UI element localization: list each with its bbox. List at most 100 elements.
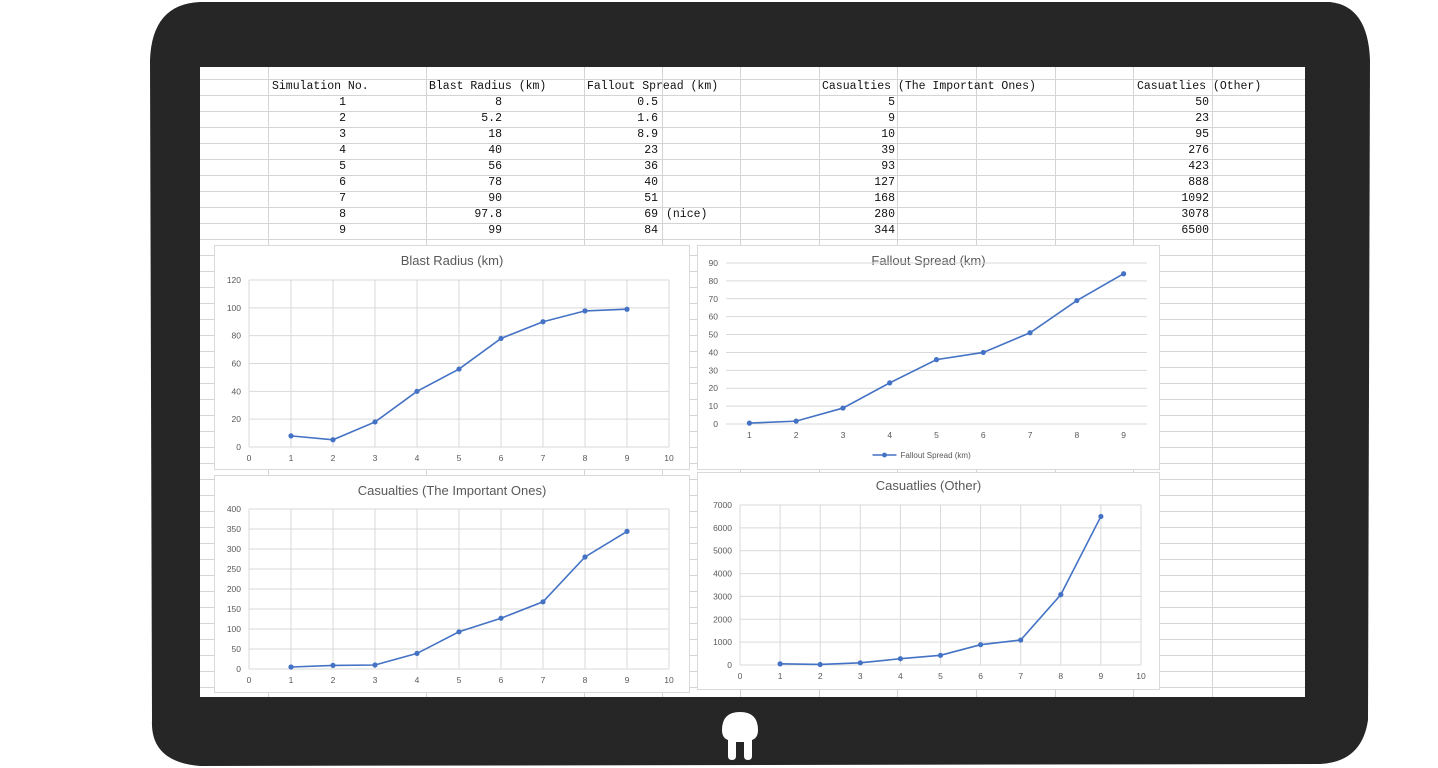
- header-cell-simulation[interactable]: Simulation No.: [272, 79, 369, 95]
- x-tick-label: 6: [978, 671, 983, 681]
- data-point: [1074, 297, 1080, 304]
- x-tick-label: 7: [1028, 430, 1033, 440]
- cell-casualties-other[interactable]: 95: [1133, 127, 1209, 143]
- header-cell-blast-radius[interactable]: Blast Radius (km): [429, 79, 546, 95]
- cell-fallout-spread[interactable]: 36: [584, 159, 658, 175]
- y-tick-label: 0: [236, 442, 241, 452]
- cell-fallout-spread[interactable]: 51: [584, 191, 658, 207]
- cell-casualties-other[interactable]: 1092: [1133, 191, 1209, 207]
- data-point: [330, 437, 336, 443]
- cell-simulation[interactable]: 6: [268, 175, 346, 191]
- data-point: [887, 380, 893, 386]
- y-tick-label: 7000: [713, 500, 732, 510]
- cell-blast-radius[interactable]: 40: [426, 143, 502, 159]
- data-point: [456, 629, 462, 635]
- y-tick-label: 6000: [713, 523, 732, 533]
- cell-note[interactable]: [666, 223, 736, 239]
- y-tick-label: 5000: [713, 546, 732, 556]
- header-cell-casualties-other[interactable]: Casuatlies (Other): [1137, 79, 1261, 95]
- cell-casualties-other[interactable]: 423: [1133, 159, 1209, 175]
- cell-note[interactable]: [666, 143, 736, 159]
- cell-fallout-spread[interactable]: 1.6: [584, 111, 658, 127]
- cell-note[interactable]: [666, 127, 736, 143]
- cell-fallout-spread[interactable]: 8.9: [584, 127, 658, 143]
- fallout-spread-chart[interactable]: Fallout Spread (km) 0 10 20 30 40 50 60 70 80 90 1 2…: [697, 245, 1160, 470]
- cell-simulation[interactable]: 5: [268, 159, 346, 175]
- x-tick-label: 4: [415, 675, 420, 685]
- cell-fallout-spread[interactable]: 84: [584, 223, 658, 239]
- cell-casualties-other[interactable]: 23: [1133, 111, 1209, 127]
- data-point: [498, 615, 504, 621]
- cell-fallout-spread[interactable]: 69: [584, 207, 658, 223]
- y-tick-label: 50: [709, 330, 719, 340]
- x-tick-label: 4: [887, 430, 892, 440]
- cell-casualties-important[interactable]: 344: [819, 223, 895, 239]
- cell-casualties-important[interactable]: 10: [819, 127, 895, 143]
- x-tick-label: 1: [289, 675, 294, 685]
- cell-note[interactable]: [666, 175, 736, 191]
- cell-casualties-important[interactable]: 168: [819, 191, 895, 207]
- cell-simulation[interactable]: 8: [268, 207, 346, 223]
- cell-casualties-important[interactable]: 93: [819, 159, 895, 175]
- y-tick-label: 100: [227, 303, 241, 313]
- cell-note[interactable]: [666, 95, 736, 111]
- cell-casualties-other[interactable]: 6500: [1133, 223, 1209, 239]
- cell-blast-radius[interactable]: 8: [426, 95, 502, 111]
- cell-fallout-spread[interactable]: 0.5: [584, 95, 658, 111]
- cell-casualties-other[interactable]: 276: [1133, 143, 1209, 159]
- x-tick-label: 4: [898, 671, 903, 681]
- cell-blast-radius[interactable]: 56: [426, 159, 502, 175]
- cell-simulation[interactable]: 4: [268, 143, 346, 159]
- data-point: [498, 335, 504, 342]
- cell-note[interactable]: [666, 159, 736, 175]
- x-tick-label: 7: [541, 675, 546, 685]
- cell-simulation[interactable]: 2: [268, 111, 346, 127]
- casualties-other-chart[interactable]: Casuatlies (Other) 0 1000 2000 3000 4000 5000 6…: [697, 472, 1160, 690]
- x-tick-label: 5: [938, 671, 943, 681]
- chart-title: Casuatlies (Other): [876, 478, 981, 493]
- data-point: [978, 642, 984, 648]
- x-tick-label: 2: [331, 675, 336, 685]
- cell-blast-radius[interactable]: 18: [426, 127, 502, 143]
- y-tick-label: 80: [232, 331, 242, 341]
- cell-blast-radius[interactable]: 5.2: [426, 111, 502, 127]
- cell-casualties-other[interactable]: 50: [1133, 95, 1209, 111]
- cell-blast-radius[interactable]: 78: [426, 175, 502, 191]
- cell-fallout-spread[interactable]: 23: [584, 143, 658, 159]
- data-point: [414, 650, 420, 656]
- cell-fallout-spread[interactable]: 40: [584, 175, 658, 191]
- data-point: [540, 319, 546, 325]
- header-cell-fallout-spread[interactable]: Fallout Spread (km): [587, 79, 718, 95]
- casualties-important-chart[interactable]: Casualties (The Important Ones) 0 50 100 150…: [214, 475, 690, 693]
- header-cell-casualties-important[interactable]: Casualties (The Important Ones): [822, 79, 1036, 95]
- cell-simulation[interactable]: 9: [268, 223, 346, 239]
- cell-casualties-important[interactable]: 9: [819, 111, 895, 127]
- cell-blast-radius[interactable]: 97.8: [426, 207, 502, 223]
- cell-casualties-important[interactable]: 39: [819, 143, 895, 159]
- x-tick-label: 5: [934, 430, 939, 440]
- x-tick-label: 3: [373, 453, 378, 463]
- x-tick-label: 9: [625, 675, 630, 685]
- cell-casualties-important[interactable]: 280: [819, 207, 895, 223]
- data-point: [288, 664, 294, 670]
- blast-radius-chart[interactable]: Blast Radius (km) 0 20 40 60 80 100 120 0 1 2 3 4 5 6 7…: [214, 245, 690, 470]
- cell-casualties-important[interactable]: 127: [819, 175, 895, 191]
- cell-simulation[interactable]: 3: [268, 127, 346, 143]
- cell-simulation[interactable]: 7: [268, 191, 346, 207]
- x-tick-label: 9: [625, 453, 630, 463]
- cell-simulation[interactable]: 1: [268, 95, 346, 111]
- cell-note[interactable]: [666, 111, 736, 127]
- cell-blast-radius[interactable]: 99: [426, 223, 502, 239]
- y-tick-label: 50: [232, 644, 242, 654]
- cell-blast-radius[interactable]: 90: [426, 191, 502, 207]
- data-point: [980, 349, 986, 356]
- cell-note[interactable]: (nice): [666, 207, 736, 223]
- cell-casualties-important[interactable]: 5: [819, 95, 895, 111]
- cell-casualties-other[interactable]: 888: [1133, 175, 1209, 191]
- data-point: [414, 388, 420, 394]
- data-point: [1098, 513, 1104, 520]
- y-tick-label: 100: [227, 624, 241, 634]
- cell-note[interactable]: [666, 191, 736, 207]
- cell-casualties-other[interactable]: 3078: [1133, 207, 1209, 223]
- data-point: [1018, 637, 1024, 643]
